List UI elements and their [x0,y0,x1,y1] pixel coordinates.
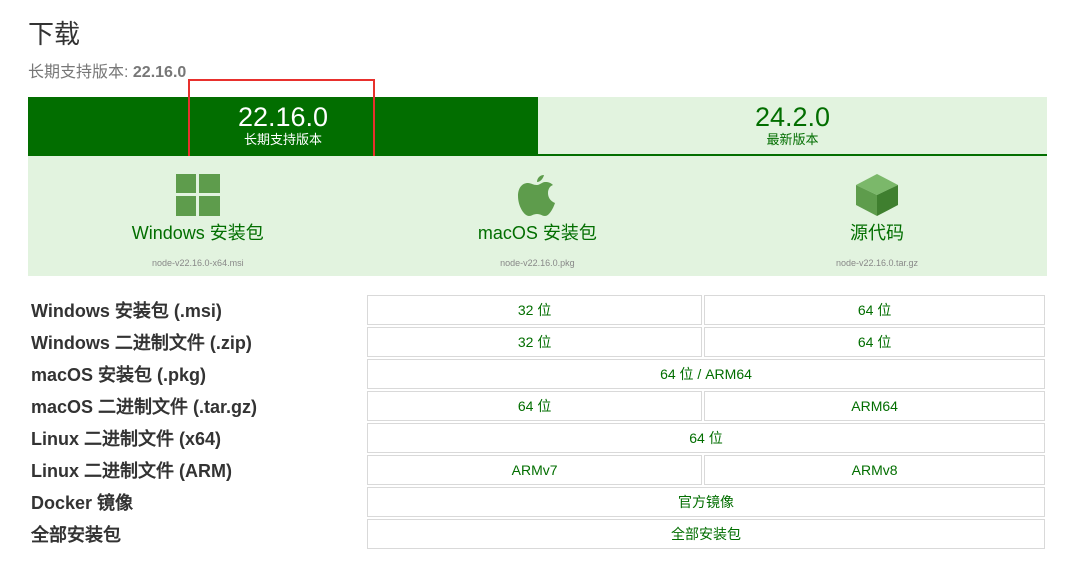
table-row: macOS 二进制文件 (.tar.gz) 64 位 ARM64 [30,391,1045,421]
lts-version-line: 长期支持版本: 22.16.0 [28,58,186,82]
download-windows-installer[interactable]: Windows 安装包 node-v22.16.0-x64.msi [28,156,368,276]
tab-lts[interactable]: 22.16.0 长期支持版本 [28,97,538,154]
download-source-label: 源代码 [849,223,904,243]
apple-icon [513,172,561,218]
windows-icon [174,172,222,218]
tab-current[interactable]: 24.2.0 最新版本 [538,97,1047,154]
table-row: 全部安装包 全部安装包 [30,519,1045,549]
download-macos-file: node-v22.16.0.pkg [500,258,575,268]
download-source-code[interactable]: 源代码 node-v22.16.0.tar.gz [707,156,1047,276]
download-link-cell[interactable]: 32 位 [367,327,703,357]
page-title: 下载 [28,19,81,49]
download-table: Windows 安装包 (.msi) 32 位 64 位 Windows 二进制… [28,293,1047,551]
download-link-cell[interactable]: ARMv8 [704,455,1045,485]
table-row: Docker 镜像 官方镜像 [30,487,1045,517]
cube-icon [853,172,901,218]
download-link-cell[interactable]: 64 位 [367,391,703,421]
lts-prefix: 长期支持版本: [28,64,133,81]
tab-lts-label: 长期支持版本 [243,132,322,147]
download-link-cell[interactable]: 64 位 / ARM64 [367,359,1045,389]
row-label: macOS 安装包 (.pkg) [31,365,207,385]
download-windows-label: Windows 安装包 [131,223,264,243]
lts-version: 22.16.0 [132,64,187,81]
table-row: Windows 二进制文件 (.zip) 32 位 64 位 [30,327,1045,357]
row-label: Linux 二进制文件 (ARM) [31,461,232,481]
download-link-cell[interactable]: 官方镜像 [367,487,1045,517]
download-macos-installer[interactable]: macOS 安装包 node-v22.16.0.pkg [368,156,708,276]
row-label: 全部安装包 [31,525,121,545]
table-row: Linux 二进制文件 (ARM) ARMv7 ARMv8 [30,455,1045,485]
row-label: Linux 二进制文件 (x64) [31,429,222,449]
download-windows-file: node-v22.16.0-x64.msi [152,258,244,268]
row-label: Windows 安装包 (.msi) [31,301,222,321]
version-tabs: 22.16.0 长期支持版本 24.2.0 最新版本 [28,97,1047,156]
table-row: macOS 安装包 (.pkg) 64 位 / ARM64 [30,359,1045,389]
tab-current-version: 24.2.0 [754,102,831,132]
tab-current-label: 最新版本 [766,132,819,147]
download-panel: Windows 安装包 node-v22.16.0-x64.msi macOS … [28,156,1047,276]
table-row: Linux 二进制文件 (x64) 64 位 [30,423,1045,453]
row-label: Docker 镜像 [31,493,134,513]
download-macos-label: macOS 安装包 [477,223,597,243]
download-link-cell[interactable]: ARMv7 [367,455,703,485]
download-source-file: node-v22.16.0.tar.gz [835,258,919,268]
download-link-cell[interactable]: ARM64 [704,391,1045,421]
tab-lts-version: 22.16.0 [237,102,329,132]
download-link-cell[interactable]: 64 位 [704,295,1045,325]
row-label: Windows 二进制文件 (.zip) [31,333,252,353]
download-link-cell[interactable]: 64 位 [367,423,1045,453]
download-link-cell[interactable]: 全部安装包 [367,519,1045,549]
row-label: macOS 二进制文件 (.tar.gz) [31,397,258,417]
table-row: Windows 安装包 (.msi) 32 位 64 位 [30,295,1045,325]
download-link-cell[interactable]: 32 位 [367,295,703,325]
download-link-cell[interactable]: 64 位 [704,327,1045,357]
